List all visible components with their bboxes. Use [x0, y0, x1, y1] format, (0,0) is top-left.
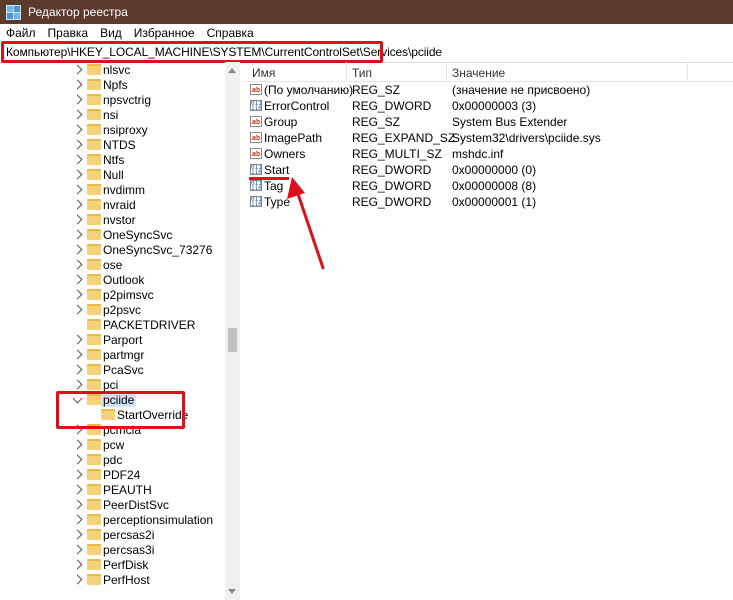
red-arrow-annotation	[287, 177, 325, 270]
